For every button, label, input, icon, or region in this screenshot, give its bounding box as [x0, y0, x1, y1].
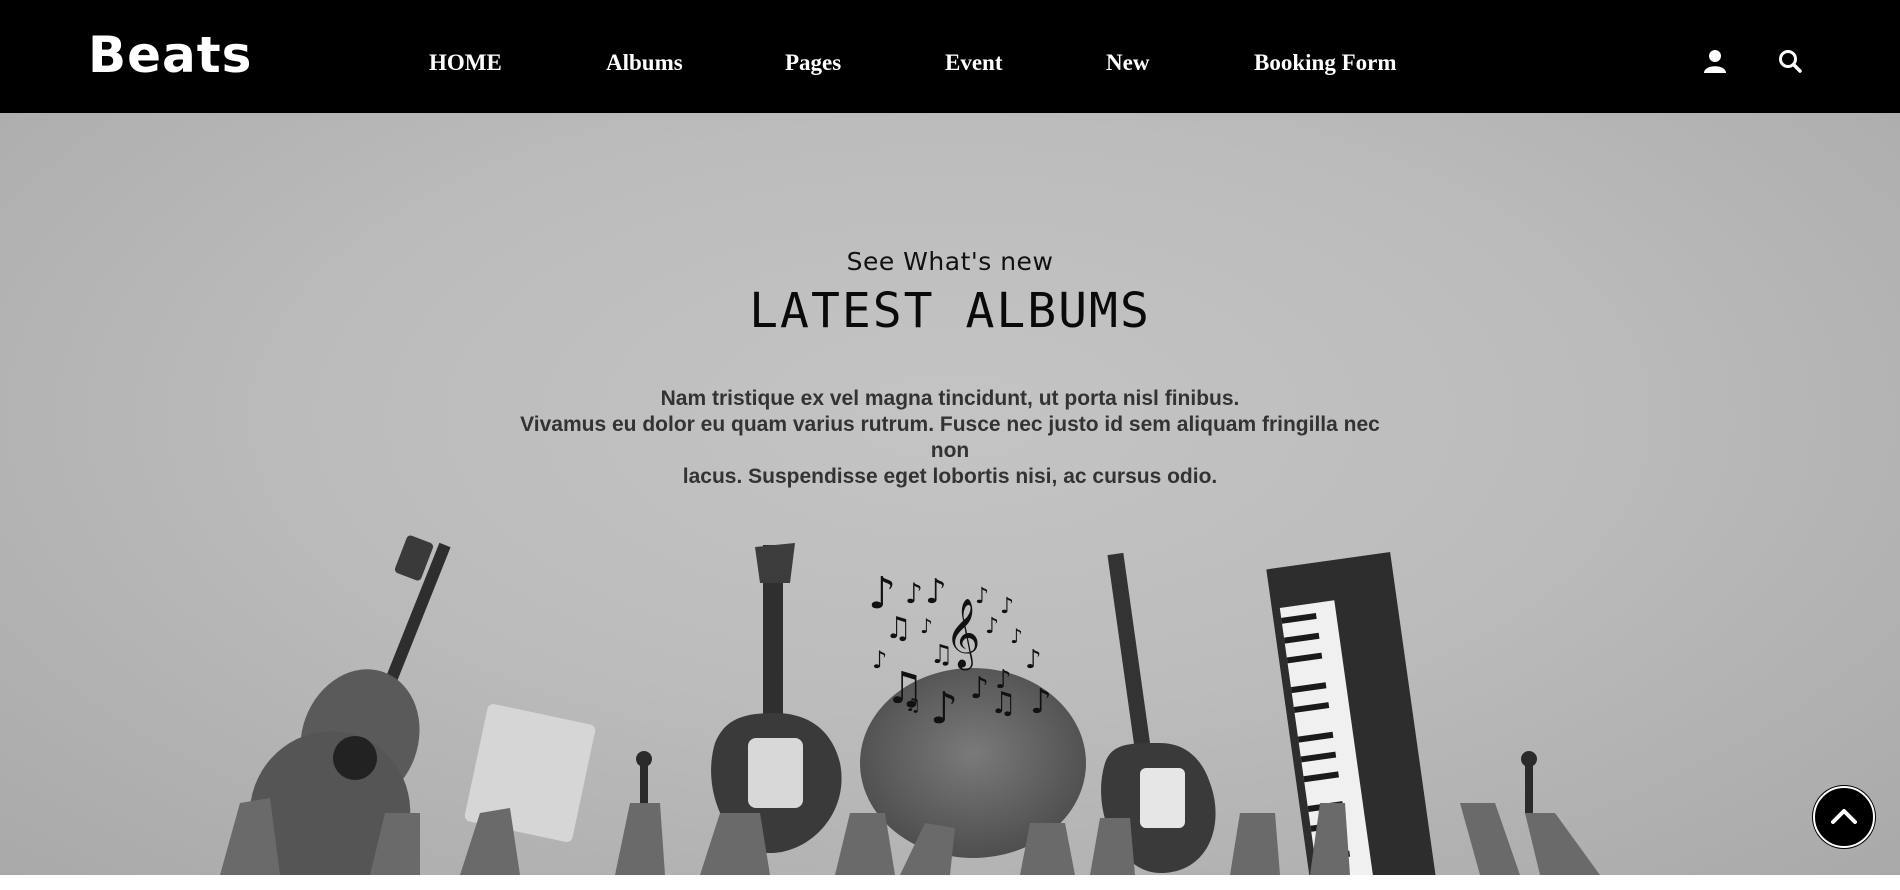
svg-text:♪: ♪ — [1030, 682, 1052, 722]
hero-description-line: lacus. Suspendisse eget lobortis nisi, a… — [682, 465, 1218, 488]
page-bottom — [0, 875, 1900, 890]
svg-text:♪: ♪ — [905, 577, 923, 610]
hero-title: LATEST ALBUMS — [749, 283, 1151, 339]
svg-text:♪: ♪ — [1025, 645, 1042, 675]
svg-text:♫: ♫ — [885, 611, 912, 646]
svg-text:♫: ♫ — [930, 640, 953, 670]
svg-text:♪: ♪ — [920, 614, 933, 638]
hero-description-line: Vivamus eu dolor eu quam varius rutrum. … — [520, 413, 1380, 462]
svg-text:♪: ♪ — [970, 671, 989, 706]
svg-text:♫: ♫ — [990, 686, 1017, 721]
svg-text:♪: ♪ — [930, 683, 958, 734]
hero-background-image: ♪ ♪ ♪ ♪ ♪ ♫ ♪ 𝄞 ♪ ♪ ♪ ♫ ♪ ♫ ♪ ♪ ♪ ♫ ♪ ♫ — [220, 535, 1600, 875]
nav-pages[interactable]: Pages — [785, 48, 841, 78]
svg-text:♪: ♪ — [985, 614, 999, 639]
nav-booking-form[interactable]: Booking Form — [1254, 48, 1396, 78]
nav-albums[interactable]: Albums — [606, 48, 683, 78]
keyboard — [1266, 552, 1437, 875]
hero-subtitle: See What's new — [846, 247, 1054, 276]
nav-new[interactable]: New — [1106, 48, 1149, 78]
nav-event[interactable]: Event — [945, 48, 1003, 78]
hero-description-line: Nam tristique ex vel magna tincidunt, ut… — [660, 387, 1240, 410]
hero-description: Nam tristique ex vel magna tincidunt, ut… — [500, 386, 1400, 490]
scroll-to-top-button[interactable] — [1813, 786, 1875, 848]
svg-text:♪: ♪ — [1010, 624, 1023, 648]
brand-logo[interactable]: Beats — [88, 26, 252, 84]
navbar: Beats HOME Albums Pages Event New Bookin… — [0, 0, 1900, 113]
nav-home[interactable]: HOME — [429, 48, 502, 78]
electric-guitar — [711, 543, 842, 853]
user-icon[interactable] — [1702, 48, 1728, 74]
svg-text:♪: ♪ — [1000, 594, 1014, 619]
svg-text:♫: ♫ — [905, 695, 921, 716]
chevron-up-icon — [1831, 809, 1857, 824]
svg-text:♪: ♪ — [925, 572, 947, 612]
search-icon[interactable] — [1777, 48, 1803, 74]
hero-section: ♪ ♪ ♪ ♪ ♪ ♫ ♪ 𝄞 ♪ ♪ ♪ ♫ ♪ ♫ ♪ ♪ ♪ ♫ ♪ ♫ … — [0, 113, 1900, 875]
